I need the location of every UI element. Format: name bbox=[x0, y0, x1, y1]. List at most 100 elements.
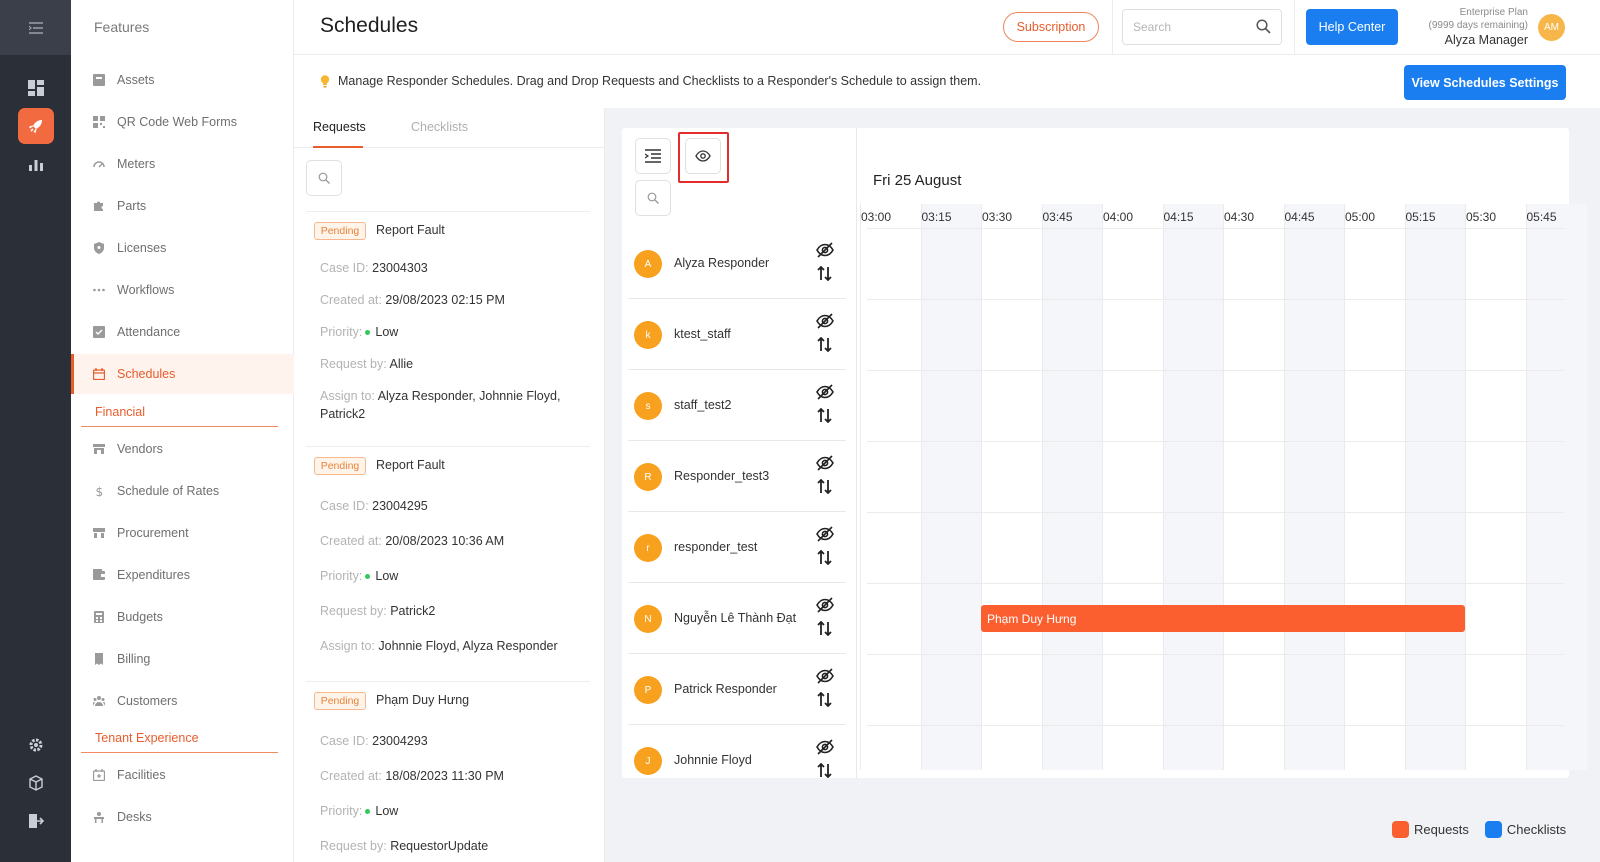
menu-toggle-button[interactable] bbox=[0, 0, 71, 55]
sidebar-item-workflows[interactable]: Workflows bbox=[71, 270, 294, 310]
status-badge: Pending bbox=[314, 692, 366, 710]
toggle-list-button[interactable] bbox=[635, 138, 671, 174]
sidebar-item-parts[interactable]: Parts bbox=[71, 186, 294, 226]
sidebar-item-meters[interactable]: Meters bbox=[71, 144, 294, 184]
time-column[interactable] bbox=[1465, 204, 1527, 770]
sort-icon[interactable] bbox=[817, 266, 833, 281]
responder-search-button[interactable] bbox=[635, 180, 671, 216]
sidebar-item-qr-code-web-forms[interactable]: QR Code Web Forms bbox=[71, 102, 294, 142]
time-column[interactable] bbox=[1404, 204, 1466, 770]
sort-icon[interactable] bbox=[817, 692, 833, 707]
avatar: R bbox=[634, 463, 662, 491]
eye-off-icon[interactable] bbox=[816, 313, 834, 329]
sidebar-item-vendors[interactable]: Vendors bbox=[71, 429, 294, 469]
sort-icon[interactable] bbox=[817, 621, 833, 636]
request-card[interactable]: Pending Report Fault Case ID: 23004303 C… bbox=[306, 211, 590, 446]
search-icon[interactable] bbox=[1256, 19, 1271, 34]
sort-icon[interactable] bbox=[817, 550, 833, 565]
tab-requests[interactable]: Requests bbox=[313, 120, 366, 148]
eye-off-icon[interactable] bbox=[816, 739, 834, 755]
legend-requests-label: Requests bbox=[1414, 822, 1469, 837]
eye-off-icon[interactable] bbox=[816, 597, 834, 613]
sidebar-item-desks[interactable]: Desks bbox=[71, 797, 294, 837]
responder-row[interactable]: P Patrick Responder bbox=[628, 654, 846, 725]
time-column[interactable] bbox=[1223, 204, 1285, 770]
eye-off-icon[interactable] bbox=[816, 526, 834, 542]
settings-nav-button[interactable] bbox=[18, 727, 54, 763]
procurement-icon bbox=[92, 526, 106, 540]
calculator-icon bbox=[92, 610, 106, 624]
request-card[interactable]: Pending Report Fault Case ID: 23004295 C… bbox=[306, 446, 590, 681]
sidebar-item-attendance[interactable]: Attendance bbox=[71, 312, 294, 352]
sidebar-item-label: Workflows bbox=[117, 283, 175, 297]
sidebar-item-licenses[interactable]: Licenses bbox=[71, 228, 294, 268]
sort-icon[interactable] bbox=[817, 408, 833, 423]
tab-checklists[interactable]: Checklists bbox=[411, 120, 468, 148]
sidebar-item-budgets[interactable]: Budgets bbox=[71, 597, 294, 637]
time-column[interactable] bbox=[1344, 204, 1406, 770]
features-nav-button[interactable] bbox=[18, 108, 54, 144]
eye-off-icon[interactable] bbox=[816, 384, 834, 400]
analytics-nav-button[interactable] bbox=[18, 146, 54, 182]
time-column[interactable] bbox=[1041, 204, 1103, 770]
responder-row[interactable]: N Nguyễn Lê Thành Đạt bbox=[628, 583, 846, 654]
priority-dot bbox=[365, 573, 371, 579]
subscription-button[interactable]: Subscription bbox=[1003, 12, 1099, 42]
header-divider bbox=[1294, 0, 1295, 54]
sidebar-item-schedule-of-rates[interactable]: $ Schedule of Rates bbox=[71, 471, 294, 511]
time-column[interactable] bbox=[860, 204, 922, 770]
grid-line bbox=[867, 370, 1564, 371]
eye-off-icon[interactable] bbox=[816, 455, 834, 471]
schedule-date: Fri 25 August bbox=[873, 172, 962, 189]
responder-row[interactable]: k ktest_staff bbox=[628, 299, 846, 370]
sidebar-item-customers[interactable]: Customers bbox=[71, 681, 294, 721]
sidebar-item-billing[interactable]: Billing bbox=[71, 639, 294, 679]
sidebar-item-label: Billing bbox=[117, 652, 151, 666]
sidebar-item-label: Meters bbox=[117, 157, 156, 171]
grid-line bbox=[860, 204, 861, 770]
responder-row[interactable]: R Responder_test3 bbox=[628, 441, 846, 512]
user-name[interactable]: Alyza Manager bbox=[1404, 32, 1528, 48]
grid-line bbox=[867, 725, 1564, 726]
status-badge: Pending bbox=[314, 222, 366, 240]
responder-row[interactable]: r responder_test bbox=[628, 512, 846, 583]
sort-icon[interactable] bbox=[817, 337, 833, 352]
grid-line bbox=[1404, 204, 1406, 770]
request-title: Phạm Duy Hưng bbox=[376, 693, 470, 707]
time-column[interactable] bbox=[981, 204, 1043, 770]
time-label: 04:45 bbox=[1284, 210, 1315, 224]
time-label: 03:00 bbox=[861, 210, 892, 224]
view-schedules-settings-button[interactable]: View Schedules Settings bbox=[1404, 65, 1566, 100]
sidebar-item-schedules[interactable]: Schedules bbox=[71, 354, 294, 394]
grid-line bbox=[1344, 204, 1345, 770]
sort-icon[interactable] bbox=[817, 479, 833, 494]
dashboard-nav-button[interactable] bbox=[18, 70, 54, 106]
request-search-button[interactable] bbox=[306, 160, 342, 196]
sidebar-item-procurement[interactable]: Procurement bbox=[71, 513, 294, 553]
sidebar-item-label: Procurement bbox=[117, 526, 189, 540]
sort-icon[interactable] bbox=[817, 763, 833, 778]
sidebar-item-label: Attendance bbox=[117, 325, 181, 339]
time-column[interactable] bbox=[1283, 204, 1345, 770]
search-input[interactable] bbox=[1123, 10, 1243, 44]
responder-row[interactable]: s staff_test2 bbox=[628, 370, 846, 441]
time-column[interactable] bbox=[1525, 204, 1587, 770]
store-icon bbox=[92, 442, 106, 456]
avatar[interactable]: AM bbox=[1538, 14, 1565, 41]
time-column[interactable] bbox=[1102, 204, 1164, 770]
help-center-button[interactable]: Help Center bbox=[1306, 9, 1398, 45]
eye-off-icon[interactable] bbox=[816, 242, 834, 258]
responder-row[interactable]: J Johnnie Floyd bbox=[628, 725, 846, 796]
request-card[interactable]: Pending Phạm Duy Hưng Case ID: 23004293 … bbox=[306, 681, 590, 862]
sidebar-item-facilities[interactable]: Facilities bbox=[71, 755, 294, 795]
scheduled-request-event[interactable]: Phạm Duy Hưng bbox=[981, 605, 1465, 632]
sidebar-item-expenditures[interactable]: Expenditures bbox=[71, 555, 294, 595]
sidebar-item-assets[interactable]: Assets bbox=[71, 60, 294, 100]
responder-row[interactable]: A Alyza Responder bbox=[628, 228, 846, 299]
logout-nav-button[interactable] bbox=[18, 803, 54, 839]
eye-off-icon[interactable] bbox=[816, 668, 834, 684]
time-column[interactable] bbox=[1162, 204, 1224, 770]
modules-nav-button[interactable] bbox=[18, 765, 54, 801]
sidebar-item-label: Schedules bbox=[117, 367, 176, 381]
time-column[interactable] bbox=[920, 204, 982, 770]
